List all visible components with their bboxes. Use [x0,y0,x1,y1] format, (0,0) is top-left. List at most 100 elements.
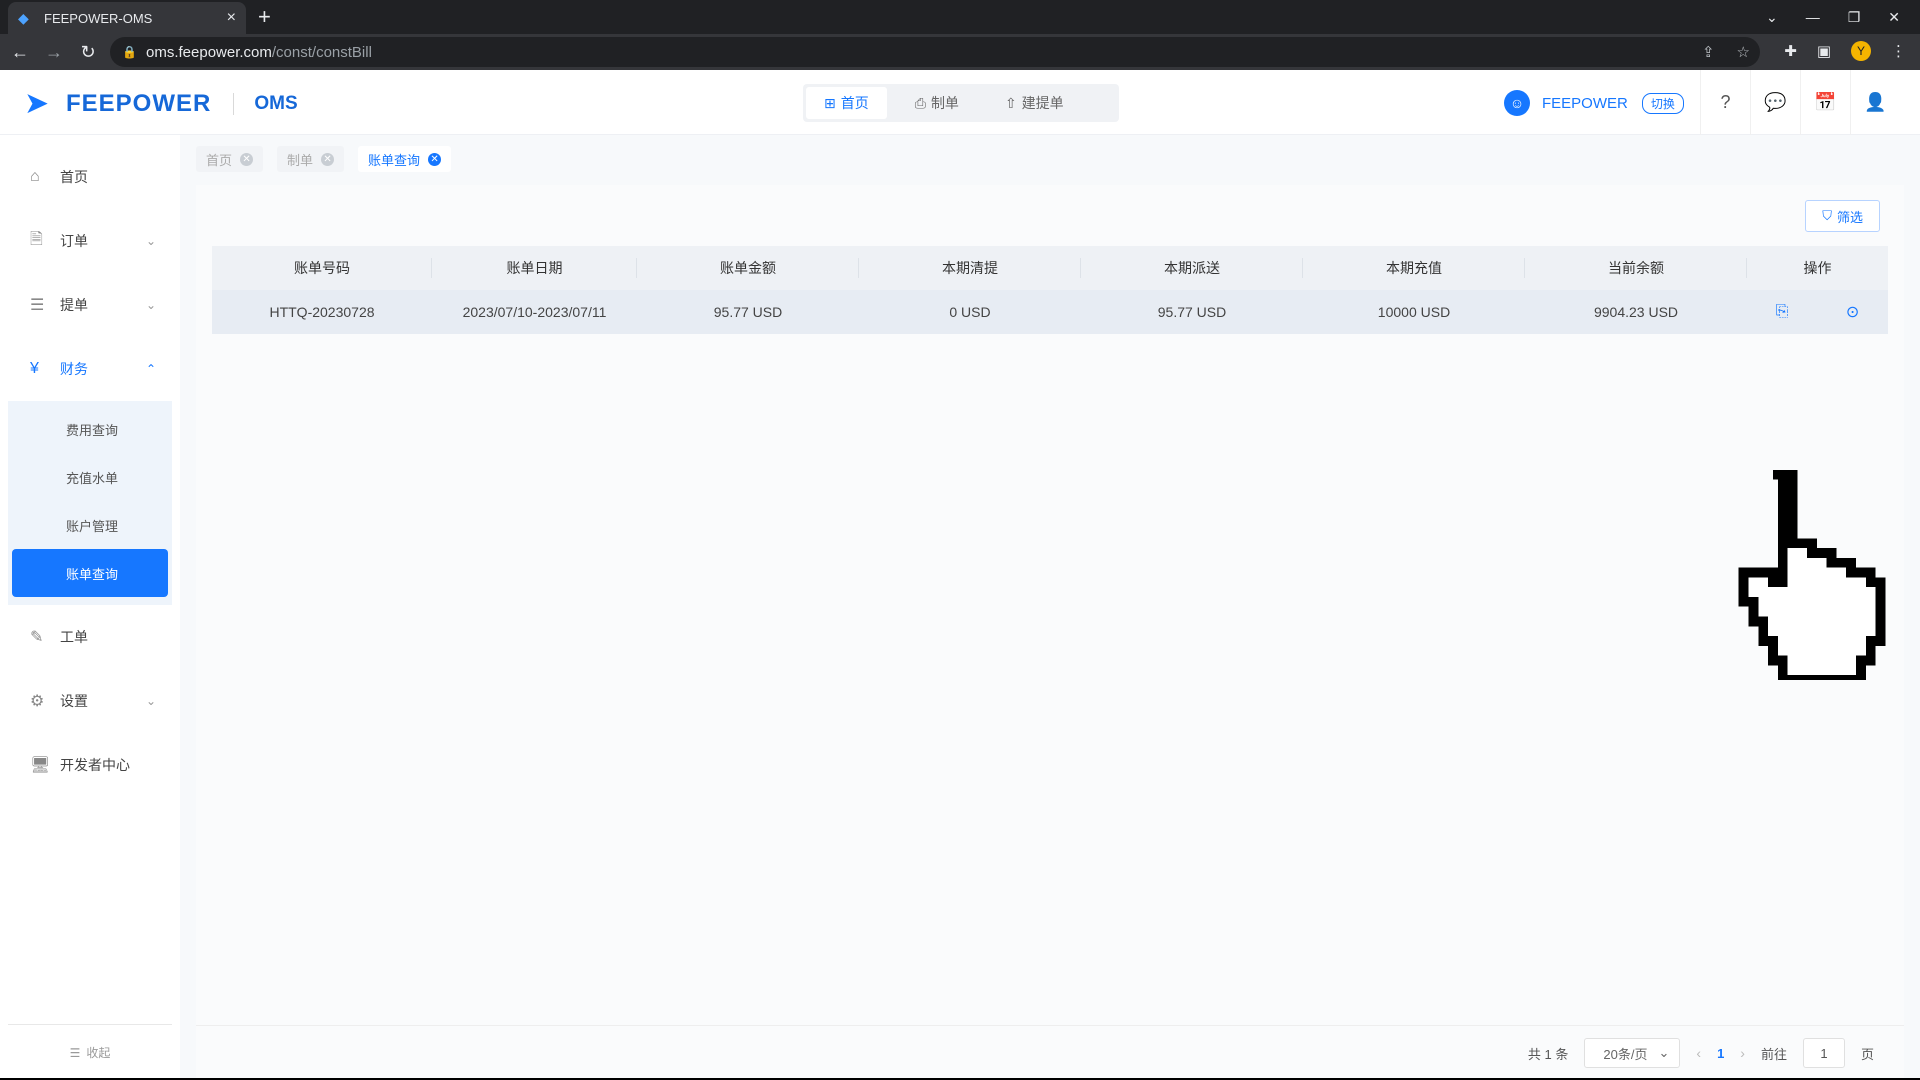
filter-button[interactable]: ⛉ 筛选 [1805,200,1880,232]
current-page[interactable]: 1 [1717,1046,1724,1061]
message-icon[interactable]: 💬 [1750,70,1800,135]
page-size-value: 20条/页 [1603,1046,1648,1062]
close-tag-icon[interactable]: ✕ [240,152,254,166]
sidebar-item-label: 提单 [60,297,88,313]
chevron-down-icon: ⌄ [145,298,156,312]
prev-page-icon[interactable]: ‹ [1696,1045,1701,1061]
help-icon[interactable]: ? [1700,70,1750,135]
sidebar-sub-bill-query[interactable]: 账单查询 [12,549,168,597]
address-bar[interactable]: 🔒 oms.feepower.com/const/constBill ⇪ ☆ [110,37,1760,67]
forward-icon[interactable]: → [40,42,68,63]
reload-icon[interactable]: ↻ [74,42,102,63]
close-tag-icon[interactable]: ✕ [428,152,442,166]
browser-menu-icon[interactable]: ⋮ [1891,42,1906,60]
page-suffix: 页 [1860,1046,1874,1062]
brand-name: FEEPOWER [66,90,212,117]
cell-delivery: 95.77 USD [1157,304,1227,320]
tags-bar: 首页 ✕ 制单 ✕ 账单查询 ✕ [196,143,452,175]
quick-tab-create-bill[interactable]: ⇧ 建提单 [987,87,1082,119]
quick-tab-label: 制单 [930,95,959,111]
lock-icon: 🔒 [122,45,137,59]
side-panel-icon[interactable]: ▣ [1817,42,1831,60]
share-icon[interactable]: ⇪ [1702,43,1715,61]
chevron-up-icon: ⌃ [145,362,156,376]
logo[interactable]: ➤ FEEPOWER OMS [24,87,298,121]
sidebar-item-developer[interactable]: 🖥 开发者中心 [0,733,180,797]
window-close-icon[interactable]: ✕ [1888,9,1900,26]
extensions-icon[interactable]: ✚ [1784,42,1797,60]
profile-avatar[interactable]: Y [1851,41,1871,61]
user-icon[interactable]: 👤 [1850,70,1900,135]
app: ➤ FEEPOWER OMS ⊞ 首页 ⎙ 制单 ⇧ 建提单 ☺ FEEPOWE… [0,70,1920,1080]
column-header: 账单金额 [637,246,859,290]
sidebar-item-tickets[interactable]: ✎ 工单 [0,605,180,669]
goto-page-input[interactable]: 1 [1802,1038,1845,1068]
account-switcher[interactable]: ☺ FEEPOWER 切换 [1504,90,1684,116]
browser-tab-strip: ◆ FEEPOWER-OMS × + ⌄ — ❐ ✕ [0,0,1920,34]
sidebar-item-label: 设置 [60,693,88,709]
column-header: 操作 [1803,260,1832,276]
sidebar-item-label: 工单 [60,629,88,645]
user-avatar-icon: ☺ [1504,90,1530,116]
new-tab-icon[interactable]: + [258,6,271,28]
table-row[interactable]: HTTQ-20230728 2023/07/10-2023/07/11 95.7… [212,290,1888,334]
close-tab-icon[interactable]: × [227,9,236,27]
tag-bill-query[interactable]: 账单查询 ✕ [358,146,452,172]
file-upload-icon: ⇧ [1004,94,1017,111]
sidebar-item-label: 开发者中心 [60,757,130,773]
quick-tab-make-order[interactable]: ⎙ 制单 [897,87,977,119]
document-icon: 🗎 [30,230,43,248]
sidebar-item-label: 订单 [60,233,88,249]
quick-tab-label: 首页 [840,95,869,111]
sidebar-item-home[interactable]: ⌂ 首页 [0,145,180,209]
restore-icon[interactable]: ❐ [1848,9,1861,26]
tag-label: 首页 [206,152,233,168]
goto-label: 前往 [1760,1046,1787,1062]
browser-tab-title: FEEPOWER-OMS [44,10,153,26]
filter-label: 筛选 [1836,209,1863,225]
tag-label: 账单查询 [368,152,421,168]
browser-toolbar: ← → ↻ 🔒 oms.feepower.com/const/constBill… [0,34,1920,70]
export-bill-icon[interactable]: ⎘ [1776,303,1789,321]
browser-tab[interactable]: ◆ FEEPOWER-OMS × [8,2,246,34]
product-name: OMS [254,93,298,114]
tag-make-order[interactable]: 制单 ✕ [277,146,345,172]
finance-submenu: 费用查询 充值水单 账户管理 账单查询 [8,401,172,605]
page-size-select[interactable]: 20条/页 ⌄ [1584,1038,1681,1068]
sidebar-item-settings[interactable]: ⚙ 设置 ⌄ [0,669,180,733]
back-icon[interactable]: ← [6,42,34,63]
column-header: 本期充值 [1303,246,1525,290]
collapse-sidebar-button[interactable]: ☰ 收起 [8,1024,172,1080]
calendar-icon[interactable]: 📅 [1800,70,1850,135]
tab-search-icon[interactable]: ⌄ [1766,9,1778,26]
sidebar-sub-account[interactable]: 账户管理 [12,501,168,549]
sidebar-item-bills[interactable]: ☰ 提单 ⌄ [0,273,180,337]
quick-tab-label: 建提单 [1021,95,1064,111]
collapse-icon: ☰ [69,1045,81,1060]
cell-balance: 9904.23 USD [1593,304,1679,320]
sidebar-sub-recharge[interactable]: 充值水单 [12,453,168,501]
column-header: 账单日期 [432,246,637,290]
url-host: oms.feepower.com [146,43,272,61]
column-header: 账单号码 [212,246,432,290]
minimize-icon[interactable]: — [1806,9,1820,25]
sidebar: ⌂ 首页 🗎 订单 ⌄ ☰ 提单 ⌄ ¥ 财务 ⌃ 费用查询 充值水单 账户管理… [0,135,180,1080]
tag-label: 制单 [287,152,314,168]
close-tag-icon[interactable]: ✕ [321,152,335,166]
bookmark-star-icon[interactable]: ☆ [1737,43,1750,61]
sidebar-sub-fee-query[interactable]: 费用查询 [12,405,168,453]
tag-home[interactable]: 首页 ✕ [196,146,264,172]
quick-tab-home[interactable]: ⊞ 首页 [806,87,887,119]
quick-tabs: ⊞ 首页 ⎙ 制单 ⇧ 建提单 [803,84,1119,122]
next-page-icon[interactable]: › [1740,1045,1745,1061]
cell-bill-amount: 95.77 USD [713,304,783,320]
sidebar-item-orders[interactable]: 🗎 订单 ⌄ [0,209,180,273]
filter-icon: ⛉ [1822,208,1832,223]
cell-bill-date: 2023/07/10-2023/07/11 [462,304,607,320]
monitor-icon: 🖥 [30,757,51,774]
pagination: 共 1 条 20条/页 ⌄ ‹ 1 › 前往 1 页 [196,1025,1904,1080]
sidebar-item-finance[interactable]: ¥ 财务 ⌃ [0,337,180,401]
top-navigation: ➤ FEEPOWER OMS ⊞ 首页 ⎙ 制单 ⇧ 建提单 ☺ FEEPOWE… [0,70,1920,135]
switch-account-button[interactable]: 切换 [1641,92,1684,114]
more-options-icon[interactable]: ⊙ [1846,302,1859,322]
